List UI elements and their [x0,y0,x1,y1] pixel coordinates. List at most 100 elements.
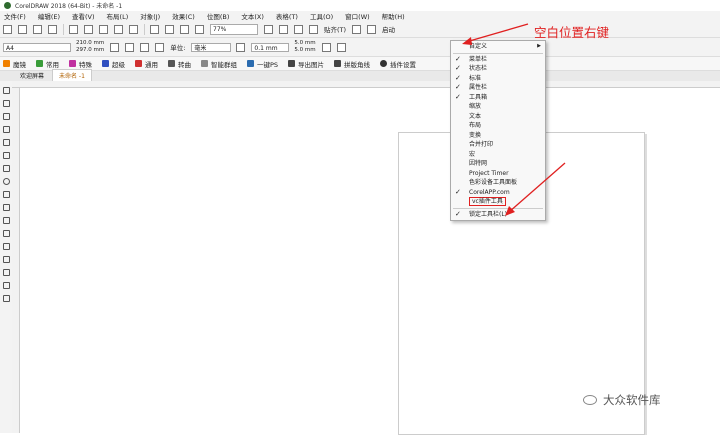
context-menu-item[interactable]: 色彩设备工具面板 [451,178,545,188]
context-menu-item[interactable]: 自定义 ▶ [451,42,545,52]
all-pages-icon[interactable] [140,42,150,52]
redo-icon[interactable] [129,24,138,34]
snap-to-dropdown[interactable]: 贴齐(T) [324,24,346,34]
show-guidelines-icon[interactable] [309,24,318,34]
menu-edit[interactable]: 编辑(E) [38,11,60,21]
plugin-special[interactable]: 特殊 [69,59,92,69]
zoom-tool-icon[interactable] [2,126,10,133]
tab-untitled-1[interactable]: 未命名 -1 [52,69,92,81]
drop-shadow-tool-icon[interactable] [2,243,10,250]
menu-text[interactable]: 文本(X) [241,11,264,21]
plugin-convert-curves[interactable]: 转曲 [168,59,191,69]
context-menu-item[interactable]: ✓ 锁定工具栏(L) [451,210,545,220]
plugin-crop-marks[interactable]: 拼版角线 [334,59,370,69]
context-menu-item[interactable]: 文本 [451,112,545,122]
plugin-mojing[interactable]: 魔镜 [3,59,26,69]
save-icon[interactable] [33,24,42,34]
menu-bitmaps[interactable]: 位图(B) [207,11,230,21]
new-document-icon[interactable] [3,24,12,34]
context-menu-item[interactable]: 布局 [451,121,545,131]
context-menu-item[interactable]: 因特网 [451,159,545,169]
interactive-fill-icon[interactable] [2,282,10,289]
portrait-icon[interactable] [110,42,120,52]
menu-object[interactable]: 对象(J) [140,11,160,21]
menu-effects[interactable]: 效果(C) [172,11,195,21]
add-page-icon[interactable] [336,42,346,52]
nudge-distance-field[interactable]: 0.1 mm [251,42,290,52]
menu-help[interactable]: 帮助(H) [382,11,405,21]
search-content-icon[interactable] [150,24,159,34]
page-width-field[interactable]: 210.0 mm [76,40,104,47]
plugin-export-image[interactable]: 导出图片 [288,59,324,69]
copy-icon[interactable] [84,24,93,34]
undo-icon[interactable] [114,24,123,34]
shape-tool-icon[interactable] [2,100,10,107]
context-menu-item[interactable]: Project Timer [451,169,545,179]
menu-table[interactable]: 表格(T) [276,11,298,21]
menu-layout[interactable]: 布局(L) [107,11,129,21]
context-menu-item-label: 变换 [469,131,482,139]
plugin-general[interactable]: 通用 [135,59,158,69]
export-icon[interactable] [180,24,189,34]
checkmark-icon: ✓ [455,209,461,218]
mojing-icon [3,60,10,67]
context-menu-item[interactable]: ✓ 菜单栏 [451,55,545,65]
plugin-smart-group[interactable]: 智能群组 [201,59,237,69]
open-icon[interactable] [18,24,27,34]
smart-fill-icon[interactable] [2,295,10,302]
paste-icon[interactable] [99,24,108,34]
publish-pdf-icon[interactable] [195,24,204,34]
duplicate-x-field[interactable]: 5.0 mm [294,40,315,47]
snap-option-icon[interactable] [321,42,331,52]
page-height-field[interactable]: 297.0 mm [76,47,104,54]
print-icon[interactable] [48,24,57,34]
menu-tools[interactable]: 工具(O) [310,11,333,21]
context-menu-item[interactable]: ✓ 属性栏 [451,83,545,93]
context-menu-item[interactable]: ✓ 状态栏 [451,64,545,74]
context-menu-item[interactable]: 变换 [451,131,545,141]
context-menu-item[interactable]: ✓ CorelAPP.com [451,188,545,198]
context-menu-item[interactable]: 缩放 [451,102,545,112]
context-menu-item[interactable]: 合并打印 [451,140,545,150]
plugin-common[interactable]: 常用 [36,59,59,69]
text-tool-icon[interactable] [2,204,10,211]
cut-icon[interactable] [69,24,78,34]
menu-file[interactable]: 文件(F) [4,11,26,21]
plugin-settings[interactable]: 插件设置 [380,59,416,69]
landscape-icon[interactable] [125,42,135,52]
plugin-one-click-ps[interactable]: 一键PS [247,59,278,69]
options-gear-icon[interactable] [352,24,362,34]
menu-window[interactable]: 窗口(W) [345,11,370,21]
menu-bar: 文件(F) 编辑(E) 查看(V) 布局(L) 对象(J) 效果(C) 位图(B… [0,11,720,21]
crop-marks-icon [334,60,342,67]
ellipse-tool-icon[interactable] [2,178,10,185]
connector-tool-icon[interactable] [2,230,10,237]
launch-dropdown[interactable]: 启动 [382,24,395,34]
context-menu-item[interactable]: vc插件工具 [451,197,545,207]
context-menu-item[interactable]: ✓ 工具箱 [451,93,545,103]
units-select[interactable]: 毫米 [191,42,232,52]
parallel-dimension-tool-icon[interactable] [2,217,10,224]
show-grid-icon[interactable] [294,24,303,34]
full-screen-icon[interactable] [264,24,273,34]
context-menu-item[interactable]: 宏 [451,150,545,160]
polygon-tool-icon[interactable] [2,191,10,198]
artistic-media-tool-icon[interactable] [2,152,10,159]
pick-tool-icon[interactable] [2,87,10,94]
color-eyedropper-icon[interactable] [2,269,10,276]
import-icon[interactable] [165,24,174,34]
application-launcher-icon[interactable] [367,24,377,34]
show-rulers-icon[interactable] [279,24,288,34]
rectangle-tool-icon[interactable] [2,165,10,172]
zoom-level-select[interactable]: 77% [210,23,258,35]
transparency-tool-icon[interactable] [2,256,10,263]
crop-tool-icon[interactable] [2,113,10,120]
page-size-select[interactable]: A4 [3,42,71,52]
menu-view[interactable]: 查看(V) [72,11,95,21]
plugin-super[interactable]: 超级 [102,59,125,69]
freehand-tool-icon[interactable] [2,139,10,146]
tab-welcome[interactable]: 欢迎屏幕 [14,70,50,81]
current-page-icon[interactable] [155,42,165,52]
context-menu-item[interactable]: ✓ 标准 [451,74,545,84]
duplicate-y-field[interactable]: 5.0 mm [294,47,315,54]
